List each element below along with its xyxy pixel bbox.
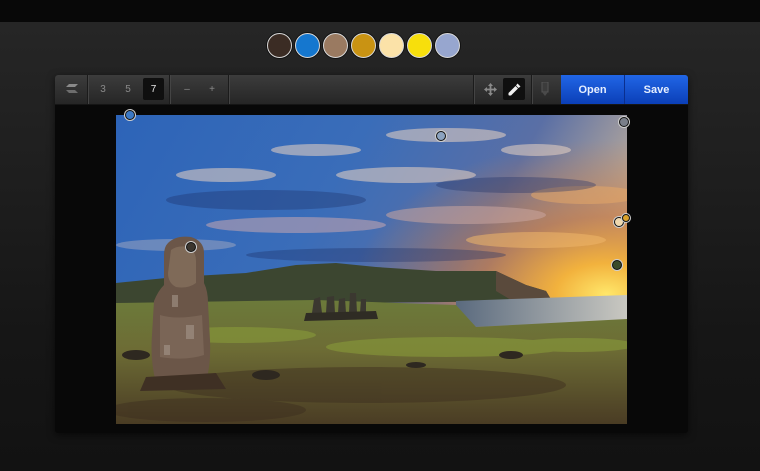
brush-size-7[interactable]: 7 <box>143 78 164 100</box>
swatch-mustard[interactable] <box>351 33 376 58</box>
sample-point-marker[interactable] <box>436 131 446 141</box>
brush-size-3[interactable]: 3 <box>93 78 113 100</box>
move-icon[interactable] <box>479 78 501 100</box>
swatch-taupe[interactable] <box>323 33 348 58</box>
swatch-lavender[interactable] <box>435 33 460 58</box>
sample-point-marker[interactable] <box>125 110 135 120</box>
top-band <box>0 0 760 22</box>
photo-canvas[interactable] <box>116 115 627 424</box>
editor-panel: 3 5 7 – + Open Save <box>55 75 688 433</box>
pencil-icon[interactable] <box>537 78 553 100</box>
sample-point-marker[interactable] <box>612 260 622 270</box>
brush-size-5[interactable]: 5 <box>118 78 138 100</box>
toolbar: 3 5 7 – + Open Save <box>55 75 688 105</box>
sample-point-marker[interactable] <box>619 117 629 127</box>
landscape-image <box>116 115 627 424</box>
sample-point-marker[interactable] <box>186 242 196 252</box>
swatch-blue[interactable] <box>295 33 320 58</box>
sample-point-marker[interactable] <box>622 214 630 222</box>
increase-button[interactable]: + <box>202 78 222 100</box>
color-palette <box>267 33 460 58</box>
swap-icon[interactable] <box>61 78 83 100</box>
swatch-yellow[interactable] <box>407 33 432 58</box>
open-button[interactable]: Open <box>561 75 625 104</box>
eyedropper-icon[interactable] <box>503 78 525 100</box>
swatch-cream[interactable] <box>379 33 404 58</box>
swatch-dark-brown[interactable] <box>267 33 292 58</box>
save-button[interactable]: Save <box>625 75 688 104</box>
decrease-button[interactable]: – <box>177 78 197 100</box>
